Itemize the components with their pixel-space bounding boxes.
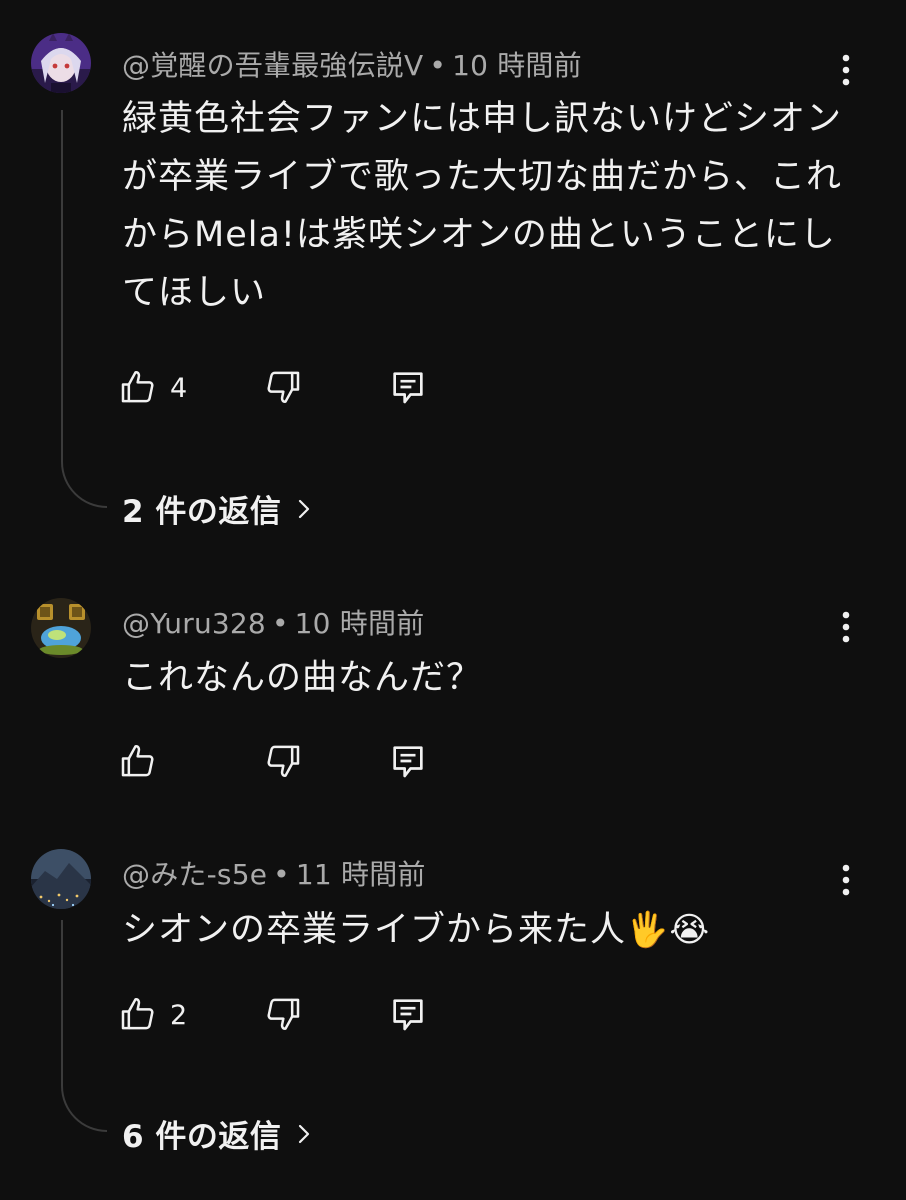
chevron-right-icon — [299, 499, 310, 518]
comment-text-content: シオンの卒業ライブから来た人 — [122, 910, 627, 950]
replies-label: 2 件の返信 — [122, 494, 282, 530]
author-name[interactable]: @Yuru328 — [122, 607, 266, 640]
comment-reply-icon — [393, 746, 423, 778]
separator-dot: • — [273, 858, 290, 891]
thumbs-down-icon — [267, 998, 300, 1030]
like-button[interactable] — [118, 736, 170, 786]
more-vert-icon[interactable] — [830, 50, 862, 90]
avatar[interactable] — [31, 598, 91, 658]
like-count: 4 — [170, 372, 188, 404]
view-replies-button[interactable]: 2 件の返信 — [122, 486, 313, 531]
author-name[interactable]: @みた-s5e — [122, 858, 267, 891]
more-vert-icon[interactable] — [830, 607, 862, 647]
dislike-button[interactable] — [263, 362, 303, 412]
comment-text-line: からMela!は紫咲シオンの曲ということにし — [122, 215, 836, 255]
thread-line — [61, 110, 107, 508]
like-count: 2 — [170, 999, 188, 1031]
timestamp: 10 時間前 — [294, 607, 425, 640]
separator-dot: • — [429, 49, 447, 82]
avatar[interactable] — [31, 33, 91, 93]
reply-button[interactable] — [388, 362, 428, 412]
comment-text-line: が卒業ライブで歌った大切な曲だから、これ — [122, 157, 843, 197]
reply-button[interactable] — [388, 989, 428, 1039]
thumbs-down-icon — [267, 371, 300, 403]
reply-button[interactable] — [388, 736, 428, 786]
separator-dot: • — [271, 607, 289, 640]
thumbs-up-icon — [121, 998, 154, 1030]
crying-face-emoji: 😭 — [669, 910, 711, 950]
comment-text-line: てほしい — [122, 273, 267, 313]
like-button[interactable]: 2 — [118, 989, 187, 1039]
comment-reply-icon — [393, 372, 423, 404]
comment-text: これなんの曲なんだ？ — [122, 649, 842, 707]
like-button[interactable]: 4 — [118, 362, 187, 412]
view-replies-button[interactable]: 6 件の返信 — [122, 1111, 313, 1156]
comment-meta: @覚醒の吾輩最強伝説V • 10 時間前 — [122, 44, 582, 84]
more-vert-icon[interactable] — [830, 860, 862, 900]
author-name[interactable]: @覚醒の吾輩最強伝説V — [122, 49, 423, 82]
thumbs-up-icon — [121, 371, 154, 403]
comment-text-line: これなんの曲なんだ？ — [122, 658, 483, 698]
chevron-right-icon — [299, 1124, 310, 1143]
raised-hand-emoji: 🖐 — [626, 910, 670, 950]
comment-text-line: 緑黄色社会ファンには申し訳ないけどシオン — [122, 99, 843, 139]
avatar-image — [31, 33, 91, 93]
thread-line — [61, 920, 107, 1132]
comment-reply-icon — [393, 999, 423, 1031]
comment-text-line: シオンの卒業ライブから来た人🖐😭 — [122, 901, 842, 959]
replies-label: 6 件の返信 — [122, 1119, 282, 1155]
thumbs-down-icon — [267, 745, 300, 777]
timestamp: 10 時間前 — [452, 49, 582, 82]
comment-meta: @みた-s5e • 11 時間前 — [122, 853, 426, 893]
dislike-button[interactable] — [263, 736, 303, 786]
avatar[interactable] — [31, 849, 91, 909]
comment-text: シオンの卒業ライブから来た人🖐😭 — [122, 901, 842, 959]
thumbs-up-icon — [121, 745, 154, 777]
comment-meta: @Yuru328 • 10 時間前 — [122, 602, 424, 642]
comment-text: 緑黄色社会ファンには申し訳ないけどシオン が卒業ライブで歌った大切な曲だから、こ… — [122, 90, 842, 322]
timestamp: 11 時間前 — [295, 858, 426, 891]
avatar-image — [31, 849, 91, 909]
avatar-image — [31, 598, 91, 658]
dislike-button[interactable] — [263, 989, 303, 1039]
